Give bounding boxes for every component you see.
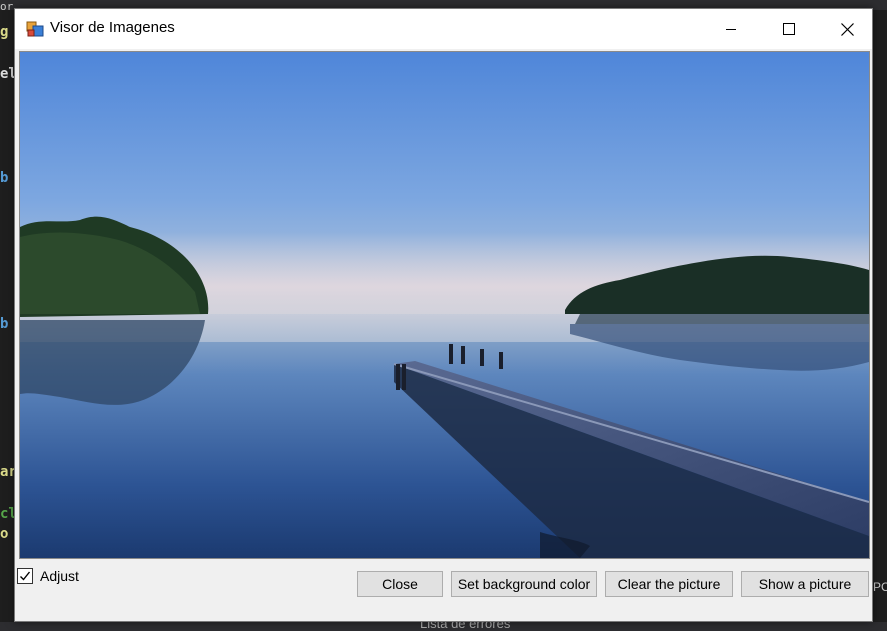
background-fragment: b	[0, 170, 9, 186]
background-right-text: PC	[873, 580, 887, 594]
close-window-button[interactable]	[824, 9, 870, 49]
background-fragment: or	[0, 0, 14, 13]
window-title: Visor de Imagenes	[50, 19, 175, 36]
maximize-icon	[783, 23, 795, 35]
check-icon	[20, 571, 31, 581]
background-fragment: o	[0, 526, 9, 542]
background-bottombar: Lista de errores	[0, 616, 887, 631]
minimize-icon	[726, 29, 736, 30]
title-bar[interactable]: Visor de Imagenes	[15, 9, 872, 49]
picture-box[interactable]	[19, 51, 870, 559]
adjust-checkbox-group[interactable]: Adjust	[17, 568, 79, 584]
close-button[interactable]: Close	[357, 571, 443, 597]
show-picture-button[interactable]: Show a picture	[741, 571, 869, 597]
picture-viewer-icon	[26, 20, 44, 38]
adjust-checkbox[interactable]	[17, 568, 33, 584]
background-fragment: b	[0, 316, 9, 332]
background-fragment: g	[0, 24, 9, 40]
close-icon	[840, 22, 854, 36]
adjust-label: Adjust	[40, 568, 79, 584]
lake-pier-picture	[20, 52, 869, 558]
image-viewer-window: Visor de Imagenes Adjust Close Set backg…	[14, 8, 873, 622]
minimize-button[interactable]	[708, 9, 754, 49]
set-background-color-button[interactable]: Set background color	[451, 571, 597, 597]
maximize-button[interactable]	[766, 9, 812, 49]
clear-picture-button[interactable]: Clear the picture	[605, 571, 733, 597]
